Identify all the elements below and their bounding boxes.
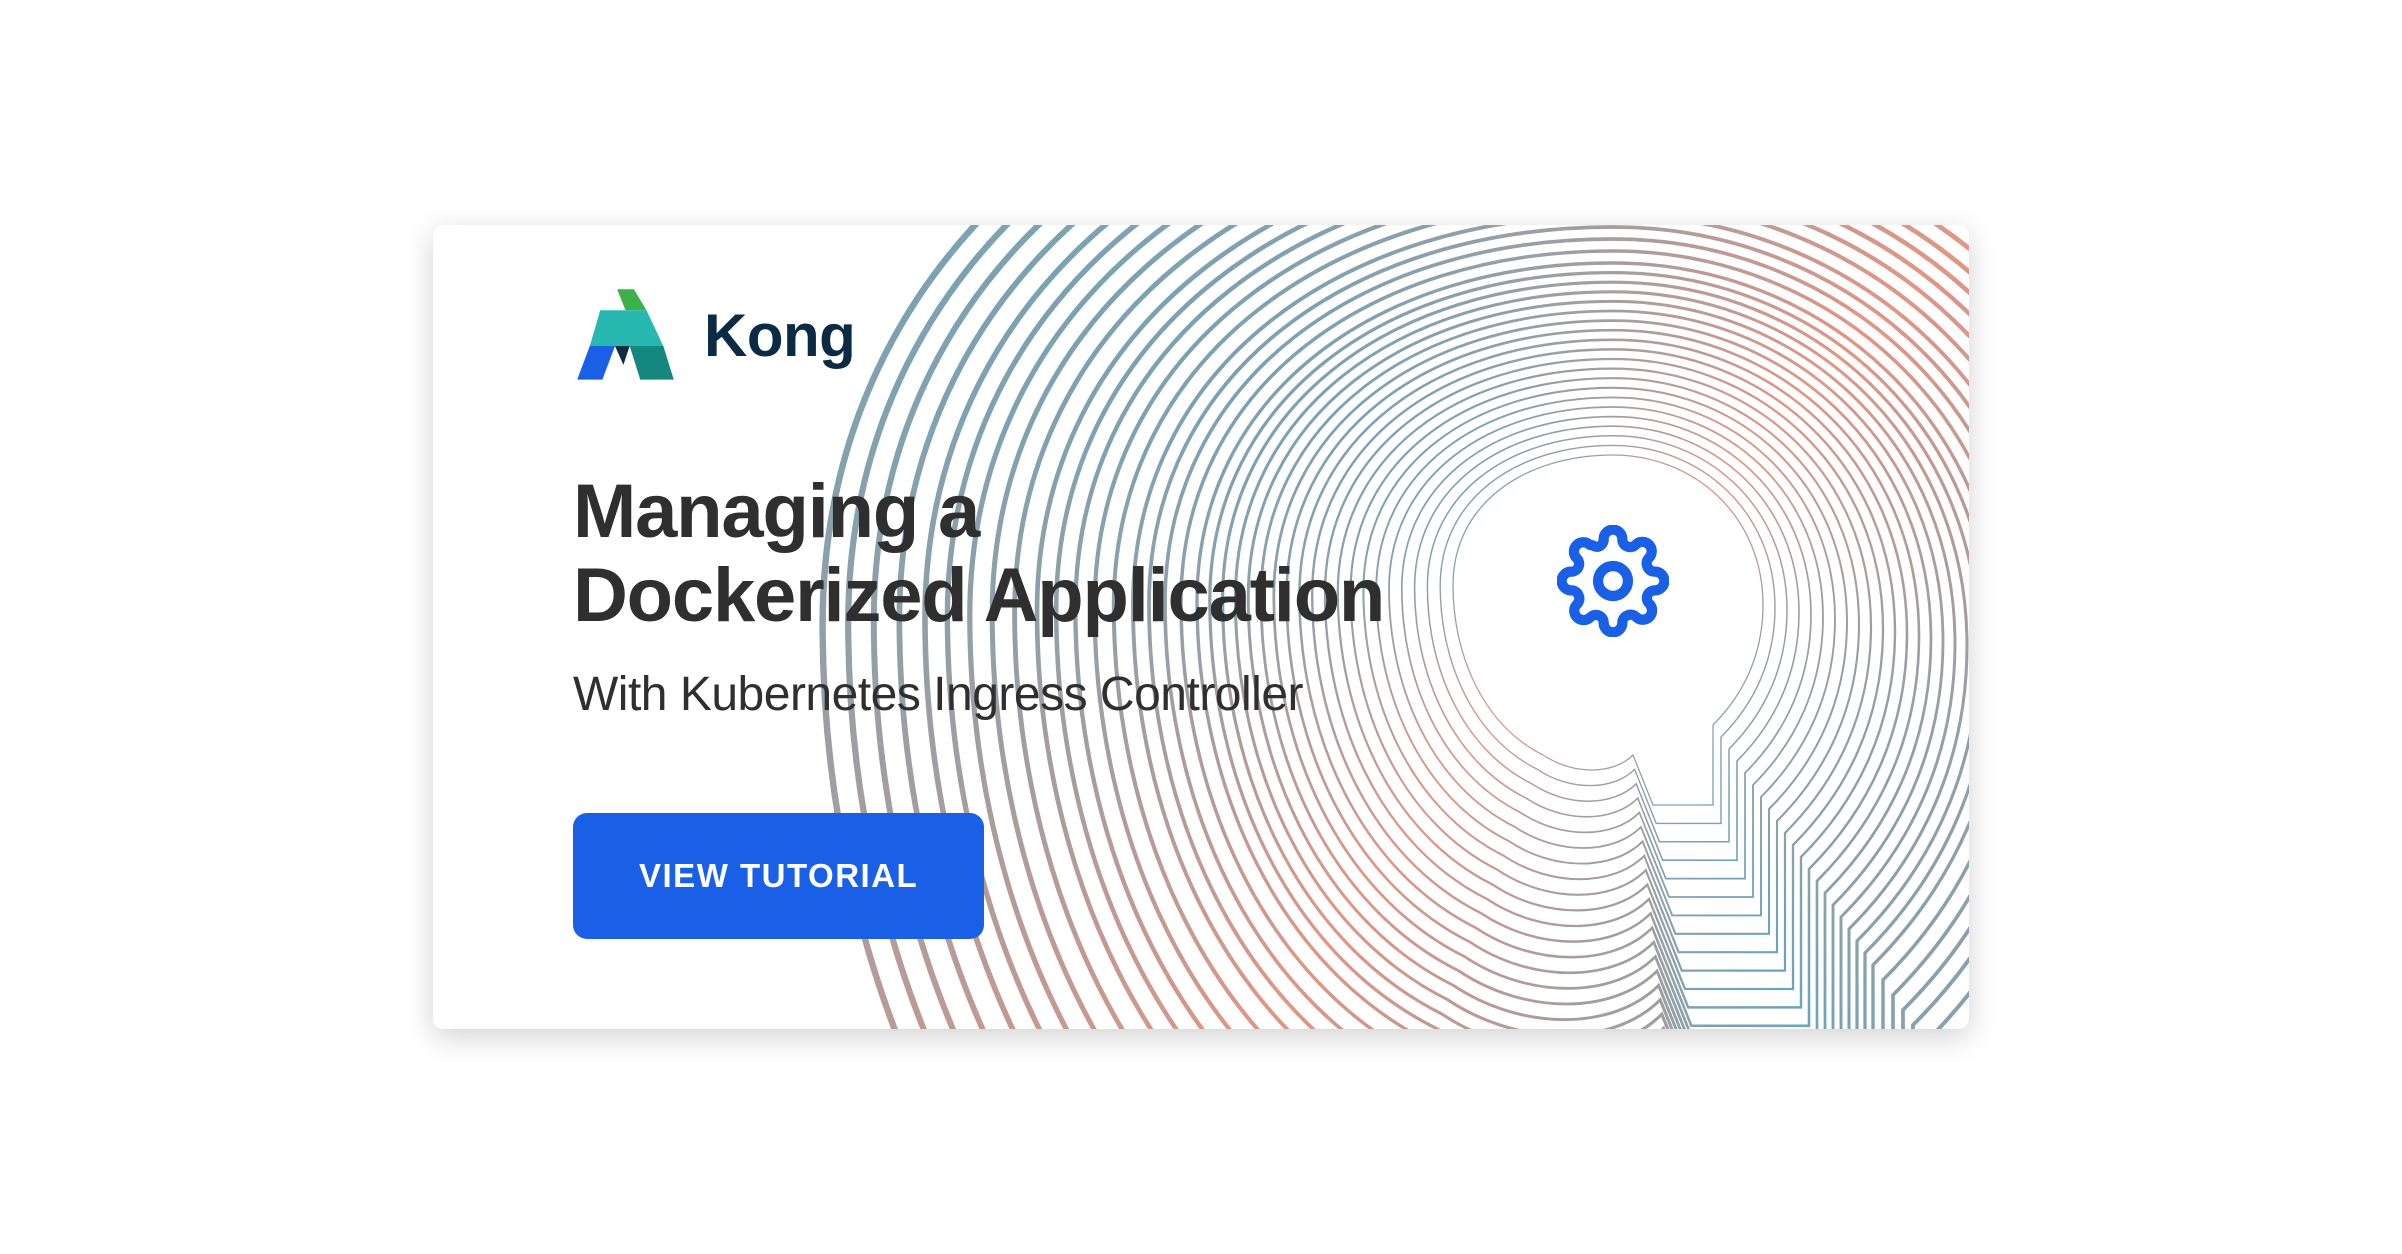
kong-logo-icon	[573, 283, 678, 388]
view-tutorial-button[interactable]: VIEW TUTORIAL	[573, 813, 984, 939]
gear-icon	[1557, 525, 1669, 637]
headline-title-line2: Dockerized Application	[573, 553, 1384, 638]
promo-card: Kong Managing a Dockerized Application W…	[433, 225, 1969, 1029]
headline-title: Managing a Dockerized Application	[573, 470, 1384, 637]
brand-logo: Kong	[573, 283, 855, 388]
brand-name: Kong	[704, 301, 855, 370]
headline-block: Managing a Dockerized Application With K…	[573, 470, 1384, 722]
headline-subtitle: With Kubernetes Ingress Controller	[573, 667, 1384, 722]
headline-title-line1: Managing a	[573, 469, 979, 554]
